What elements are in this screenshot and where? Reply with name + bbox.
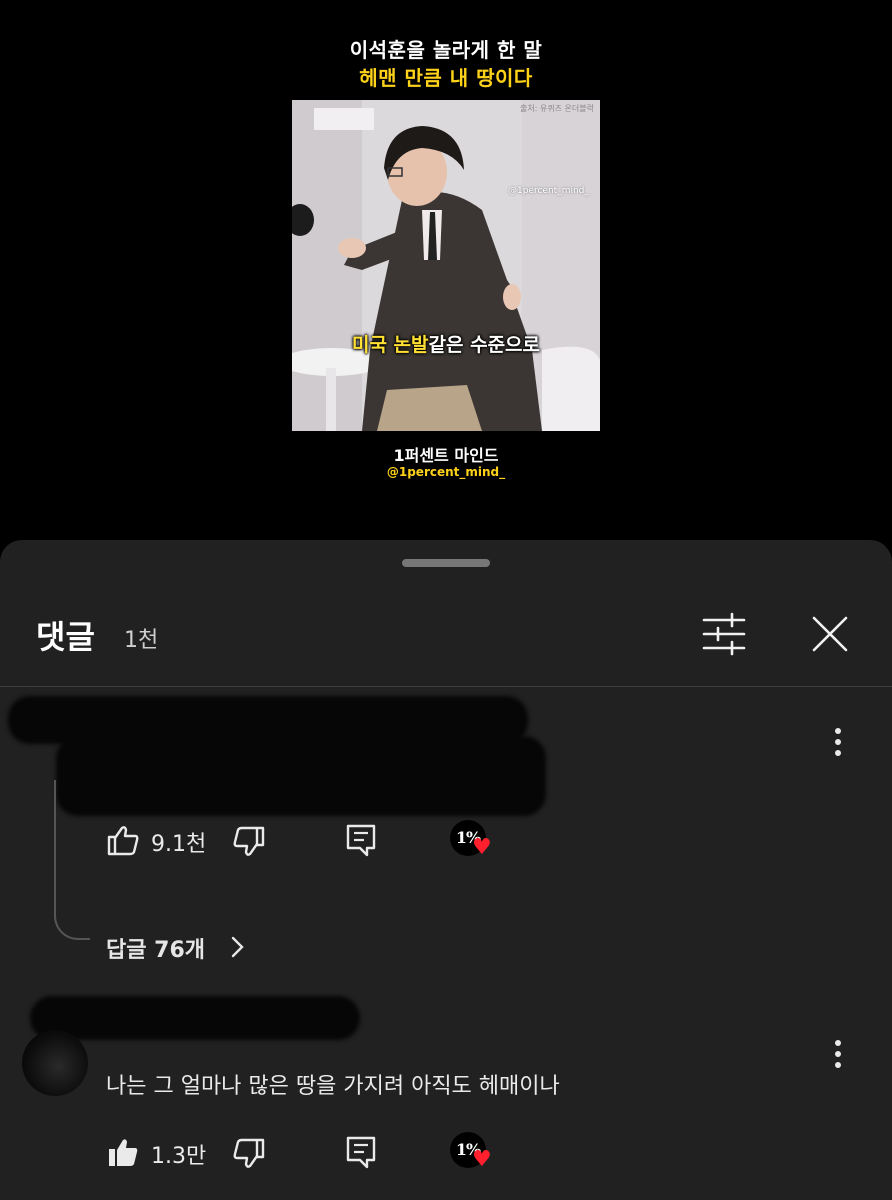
reply-icon[interactable] (345, 823, 377, 857)
comment-text: 나는 그 얼마나 많은 땅을 가지려 아직도 헤매이나 (106, 1074, 560, 1099)
video-channel-name: 1퍼센트 마인드 (393, 446, 499, 465)
video-channel-handle: @1percent_mind_ (386, 465, 506, 479)
video-caption-highlight: 미국 논발 (351, 334, 429, 356)
heart-icon: ♥ (472, 1147, 492, 1172)
comments-count: 1천 (124, 628, 159, 653)
creator-heart-badge: 1% ♥ (450, 1132, 494, 1176)
redacted-author (30, 996, 360, 1040)
thumbs-up-icon[interactable] (106, 823, 140, 857)
comments-title: 댓글 (36, 618, 95, 656)
like-count: 9.1천 (151, 832, 207, 857)
redacted-comment-text (56, 736, 546, 816)
video-source-watermark: 출처: 유퀴즈 온더블럭 (519, 104, 594, 113)
avatar[interactable] (22, 1030, 88, 1096)
more-options-icon[interactable] (828, 1036, 848, 1072)
video-caption: 미국 논발같은 수준으로 (292, 330, 600, 357)
drag-handle[interactable] (402, 559, 490, 567)
video-handle-watermark: @1percent_mind_ (508, 186, 589, 196)
creator-heart-badge: 1% ♥ (450, 820, 494, 864)
thumbs-up-filled-icon[interactable] (106, 1135, 140, 1169)
video-caption-rest: 같은 수준으로 (428, 334, 541, 356)
sliders-icon[interactable] (702, 612, 746, 656)
thumbs-down-icon[interactable] (232, 1137, 266, 1171)
video-frame-illustration (292, 100, 600, 431)
comments-panel: 댓글 1천 9.1천 1% ♥ 답글 76개 나는 그 얼마나 많은 땅을 가지… (0, 540, 892, 1200)
close-x-icon[interactable] (810, 614, 850, 654)
video-overlay-subtitle: 헤맨 만큼 내 땅이다 (359, 66, 533, 90)
reply-thread-line (54, 780, 90, 940)
like-count: 1.3만 (151, 1144, 207, 1169)
video-overlay-title: 이석훈을 놀라게 한 말 (349, 38, 543, 62)
video-player[interactable]: 이석훈을 놀라게 한 말 헤맨 만큼 내 땅이다 출처: 유퀴즈 온더블럭 @1… (0, 0, 892, 540)
reply-icon[interactable] (345, 1135, 377, 1169)
chevron-right-icon[interactable] (228, 933, 248, 961)
video-frame: 출처: 유퀴즈 온더블럭 @1percent_mind_ 미국 논발같은 수준으… (292, 100, 600, 431)
view-replies-button[interactable]: 답글 76개 (106, 932, 205, 964)
thumbs-down-icon[interactable] (232, 825, 266, 859)
more-options-icon[interactable] (828, 724, 848, 760)
heart-icon: ♥ (472, 835, 492, 860)
header-divider (0, 686, 892, 687)
